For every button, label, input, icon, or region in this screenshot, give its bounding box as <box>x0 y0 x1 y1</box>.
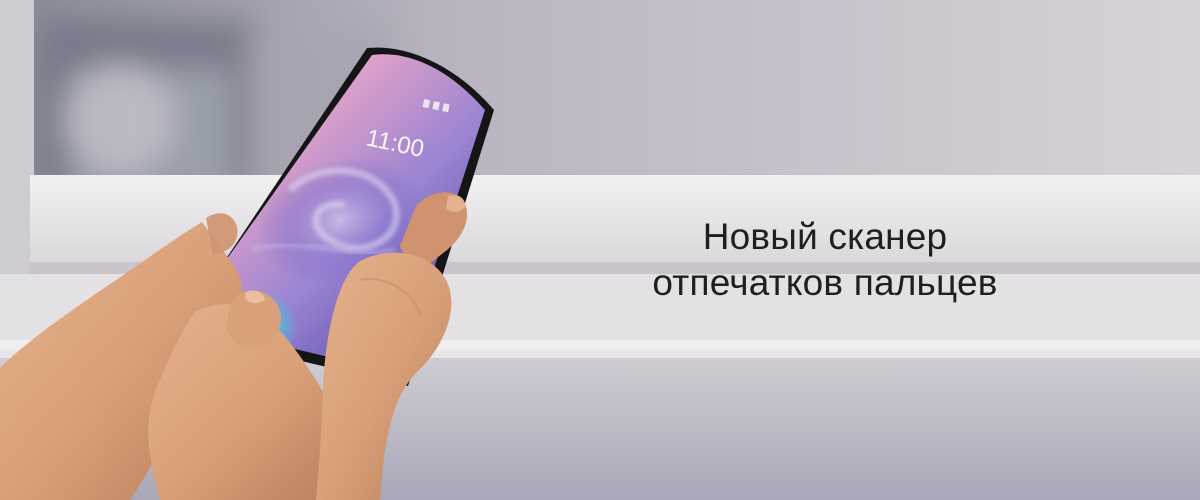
headline: Новый сканер отпечатков пальцев <box>600 214 1050 306</box>
headline-line-2: отпечатков пальцев <box>652 262 998 303</box>
hero-banner: 11:00 Новый сканер отпечатков пальцев <box>0 0 1200 500</box>
headline-line-1: Новый сканер <box>702 216 948 257</box>
